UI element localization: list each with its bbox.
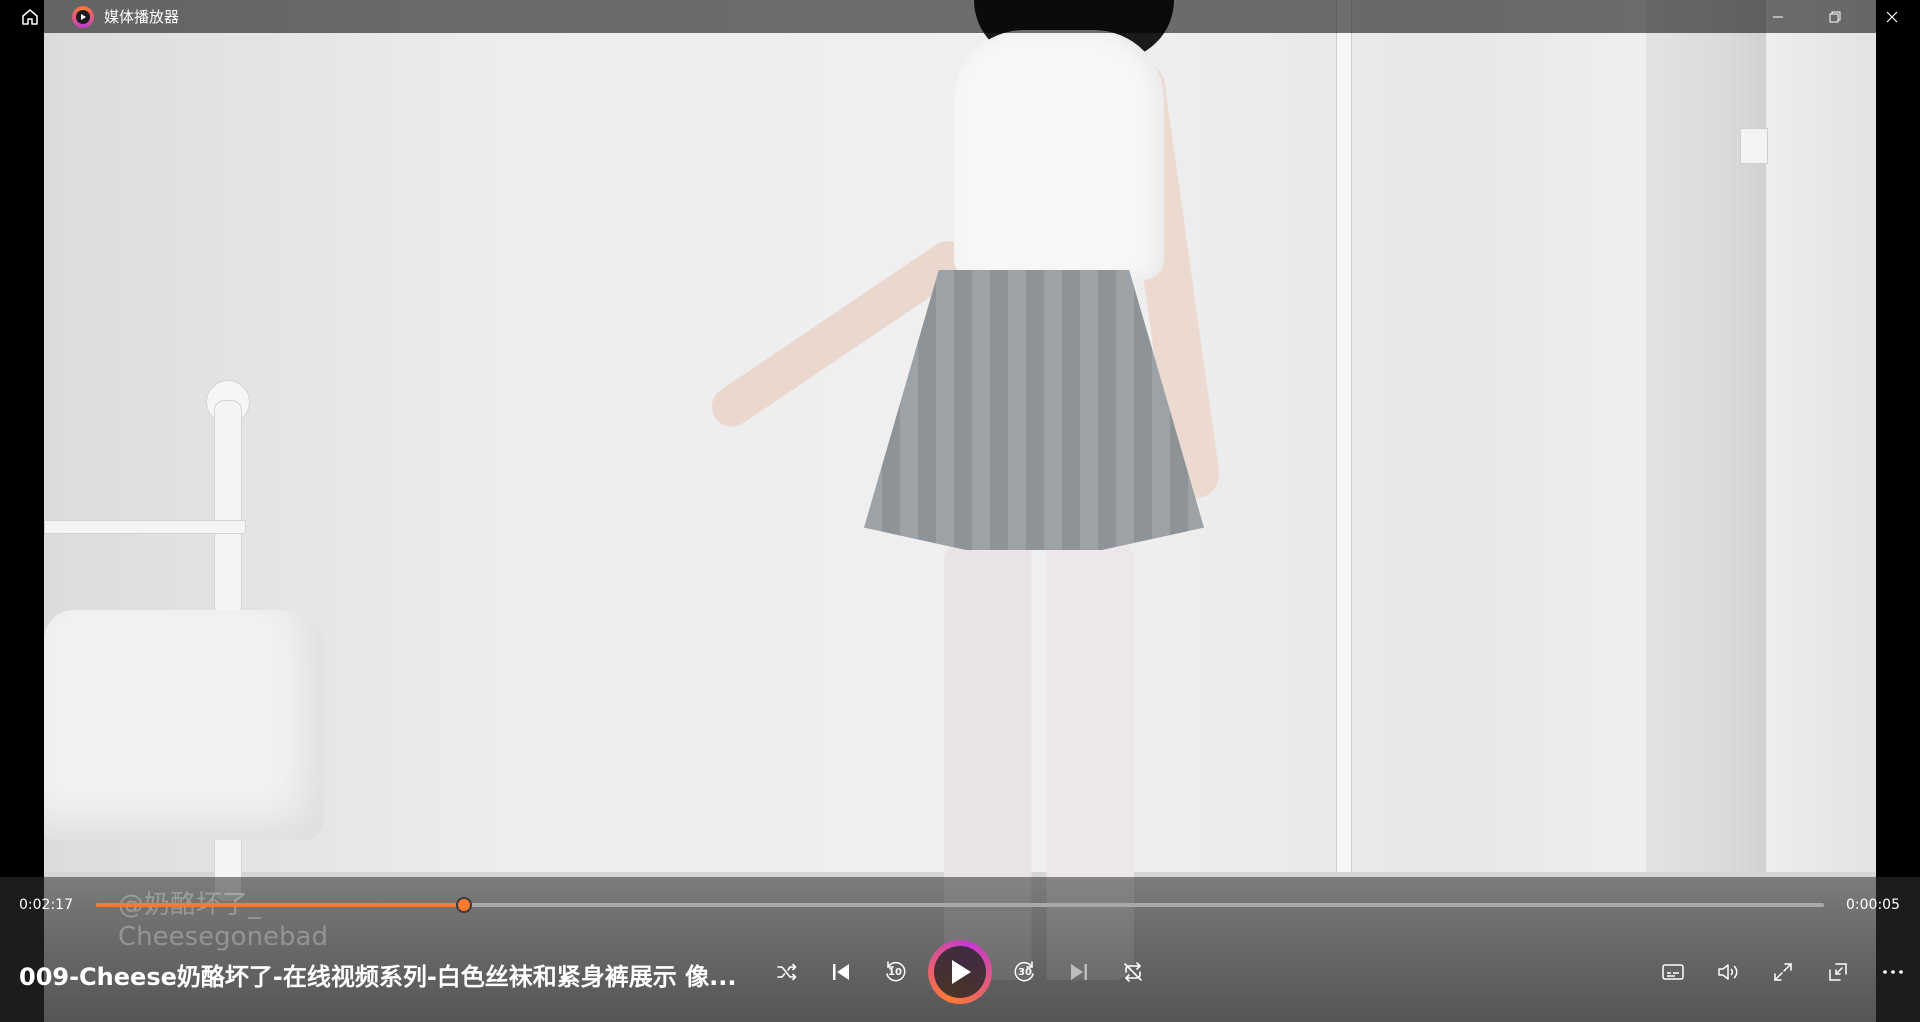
- total-duration: 0:00:05: [1846, 897, 1900, 913]
- close-icon: [1886, 11, 1898, 23]
- restore-button[interactable]: [1806, 0, 1863, 33]
- skip-back-seconds: 10: [888, 967, 902, 978]
- volume-button[interactable]: [1700, 945, 1755, 999]
- repeat-icon: [1121, 960, 1145, 984]
- subtitles-icon: [1661, 962, 1685, 982]
- seek-bar[interactable]: [96, 897, 1824, 913]
- previous-icon: [830, 961, 852, 983]
- person-top: [954, 30, 1164, 280]
- media-player-window: 媒体播放器 @奶酪坏了_ Cheesegonebad 0:02:17 0:00:…: [0, 0, 1920, 1022]
- mini-player-icon: [1827, 961, 1849, 983]
- app-title: 媒体播放器: [104, 8, 180, 26]
- video-scene-light-switch: [1740, 128, 1768, 164]
- fullscreen-icon: [1772, 961, 1794, 983]
- window-controls: [1749, 0, 1920, 33]
- seek-thumb[interactable]: [456, 897, 473, 913]
- next-button[interactable]: [1052, 945, 1106, 999]
- subtitles-button[interactable]: [1645, 945, 1700, 999]
- home-button[interactable]: [0, 0, 60, 33]
- title-bar: 媒体播放器: [0, 0, 1920, 33]
- bed-rail: [44, 520, 246, 534]
- video-scene-person: [684, 0, 1223, 1022]
- next-icon: [1068, 961, 1090, 983]
- close-button[interactable]: [1863, 0, 1920, 33]
- seek-progress: [96, 903, 465, 907]
- bed-pillow: [44, 610, 324, 840]
- shuffle-button[interactable]: [760, 945, 814, 999]
- current-time: 0:02:17: [19, 897, 73, 913]
- watermark-line-2: Cheesegonebad: [118, 922, 328, 952]
- minimize-icon: [1772, 11, 1784, 23]
- more-icon: [1882, 969, 1904, 975]
- play-button-inner: [934, 946, 986, 998]
- mini-player-button[interactable]: [1810, 945, 1865, 999]
- video-scene-clothes-rack: [1336, 0, 1352, 880]
- skip-back-button[interactable]: 10: [868, 945, 922, 999]
- media-title: 009-Cheese奶酪坏了-在线视频系列-白色丝袜和紧身裤展示 像...: [19, 963, 737, 991]
- video-scene-bed: [44, 380, 324, 902]
- fullscreen-button[interactable]: [1755, 945, 1810, 999]
- restore-icon: [1829, 11, 1841, 23]
- play-icon: [947, 958, 973, 986]
- video-frame[interactable]: [44, 0, 1876, 1022]
- skip-forward-seconds: 30: [1018, 967, 1032, 978]
- repeat-button[interactable]: [1106, 945, 1160, 999]
- app-logo-icon: [72, 5, 94, 28]
- play-button[interactable]: [928, 940, 992, 1004]
- playback-controls: @奶酪坏了_ Cheesegonebad 0:02:17 0:00:05 009…: [0, 877, 1920, 1022]
- volume-icon: [1716, 961, 1740, 983]
- previous-button[interactable]: [814, 945, 868, 999]
- secondary-controls: [1645, 941, 1920, 1003]
- more-button[interactable]: [1865, 945, 1920, 999]
- shuffle-icon: [775, 960, 799, 984]
- home-icon: [20, 7, 40, 27]
- minimize-button[interactable]: [1749, 0, 1806, 33]
- transport-controls: 10 30: [760, 940, 1160, 1004]
- skip-forward-button[interactable]: 30: [998, 945, 1052, 999]
